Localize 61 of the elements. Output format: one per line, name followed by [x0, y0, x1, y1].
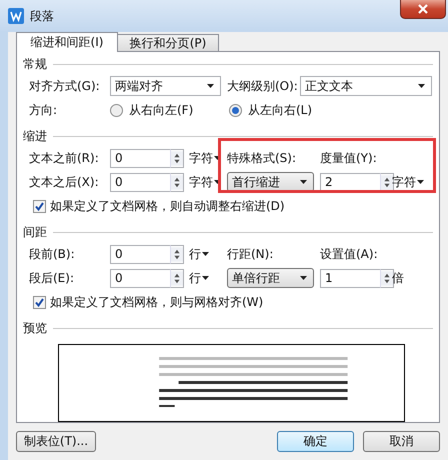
checkbox[interactable]: 如果定义了文档网格，则自动调整右缩进(D)	[23, 194, 433, 218]
caret-icon	[202, 252, 209, 256]
window-title: 段落	[30, 8, 54, 24]
section-title: 常规	[23, 56, 47, 72]
caret-icon	[417, 180, 424, 184]
check-icon	[34, 296, 45, 308]
field-label: 文本之前(R):	[29, 150, 99, 166]
app-logo-icon	[8, 8, 24, 24]
caret-icon	[214, 156, 221, 160]
tab[interactable]: 缩进和间距(I)	[16, 32, 118, 52]
spin-buttons[interactable]	[380, 172, 394, 192]
tab[interactable]: 换行和分页(P)	[117, 34, 219, 51]
unit-label: 倍	[392, 270, 404, 286]
unit-menu[interactable]: 行	[189, 270, 209, 286]
field-label: 对齐方式(G):	[29, 78, 100, 92]
field-label: 设置值(A):	[320, 246, 378, 262]
dropdown[interactable]: 首行缩进	[227, 172, 314, 192]
number-field[interactable]: 0	[110, 244, 170, 264]
dropdown[interactable]: 两端对齐	[110, 76, 221, 96]
field-label: 段后(E):	[29, 270, 74, 286]
dialog-button[interactable]: 取消	[363, 431, 440, 452]
section-title: 预览	[23, 320, 47, 336]
spin-buttons[interactable]	[170, 268, 184, 288]
field-label: 段前(B):	[29, 246, 75, 262]
checkbox[interactable]: 如果定义了文档网格，则与网格对齐(W)	[23, 290, 433, 314]
caret-icon	[300, 180, 307, 184]
section-title: 间距	[23, 224, 47, 240]
close-icon	[417, 4, 429, 14]
unit-menu[interactable]: 行	[189, 246, 209, 262]
unit-menu[interactable]: 字符	[189, 174, 221, 190]
number-field[interactable]: 0	[110, 268, 170, 288]
field-label: 行距(N):	[227, 246, 274, 262]
field-label: 文本之后(X):	[29, 174, 99, 190]
section-title: 缩进	[23, 128, 47, 144]
spin-buttons[interactable]	[170, 148, 184, 168]
caret-icon	[207, 84, 214, 88]
number-field[interactable]: 2	[320, 172, 380, 192]
check-icon	[34, 200, 45, 212]
field-label: 特殊格式(S):	[227, 150, 296, 166]
radio-button[interactable]: 从左向右(L)	[229, 102, 349, 118]
spin-buttons[interactable]	[170, 172, 184, 192]
dialog-button[interactable]: 确定	[277, 431, 354, 452]
caret-icon	[418, 84, 425, 88]
field-label: 大纲级别(O):	[227, 78, 298, 92]
number-field[interactable]: 1	[320, 268, 380, 288]
close-button[interactable]	[400, 0, 446, 19]
radio-button[interactable]: 从右向左(F)	[110, 102, 229, 118]
number-field[interactable]: 0	[110, 172, 170, 192]
number-field[interactable]: 0	[110, 148, 170, 168]
caret-icon	[300, 276, 307, 280]
caret-icon	[202, 276, 209, 280]
unit-menu[interactable]: 字符	[189, 150, 221, 166]
spin-buttons[interactable]	[170, 244, 184, 264]
unit-menu[interactable]: 字符	[392, 174, 424, 190]
caret-icon	[214, 180, 221, 184]
field-label: 方向:	[29, 102, 58, 116]
dialog-button[interactable]: 制表位(T)...	[16, 431, 96, 452]
spin-buttons[interactable]	[380, 268, 394, 288]
dropdown[interactable]: 正文文本	[300, 76, 432, 96]
dropdown[interactable]: 单倍行距	[227, 268, 314, 288]
field-label: 度量值(Y):	[320, 150, 377, 166]
